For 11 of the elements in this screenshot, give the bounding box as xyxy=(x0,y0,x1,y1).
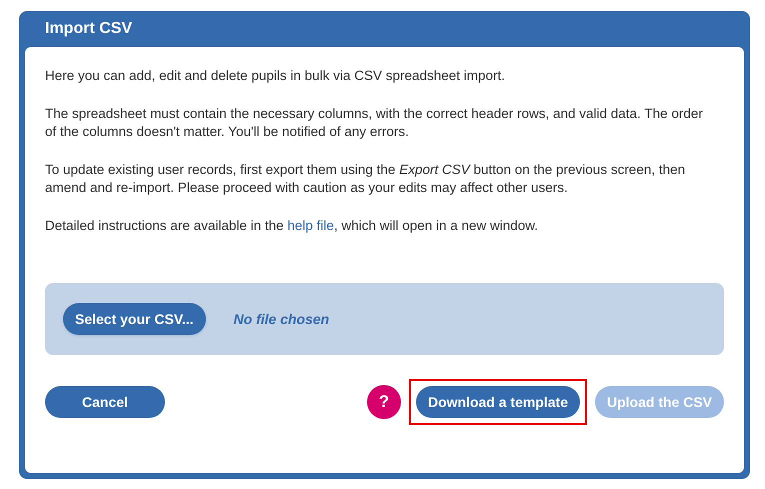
file-status: No file chosen xyxy=(234,310,330,328)
action-button[interactable]: Download a template xyxy=(416,386,580,418)
paragraph: To update existing user records, first export them using the Export CSV button on the previous screen, then amend and re-import. Please proceed with caution as your edits may affect other users. xyxy=(45,161,686,197)
paragraph: The spreadsheet must contain the necessary columns, with the correct header rows, and valid data. The order of the columns doesn't matter. You'll be notified of any errors. xyxy=(45,105,704,141)
help-link[interactable]: help file xyxy=(287,218,334,233)
cancel-button[interactable]: Cancel xyxy=(45,386,165,418)
paragraph: Here you can add, edit and delete pupils in bulk via CSV spreadsheet import. xyxy=(45,67,506,85)
select-file-button[interactable]: Select your CSV... xyxy=(63,303,206,335)
window-title: Import CSV xyxy=(44,19,134,39)
paragraph: Detailed instructions are available in the help file, which will open in a new window. xyxy=(45,217,540,235)
help-button[interactable]: ? xyxy=(366,385,401,419)
